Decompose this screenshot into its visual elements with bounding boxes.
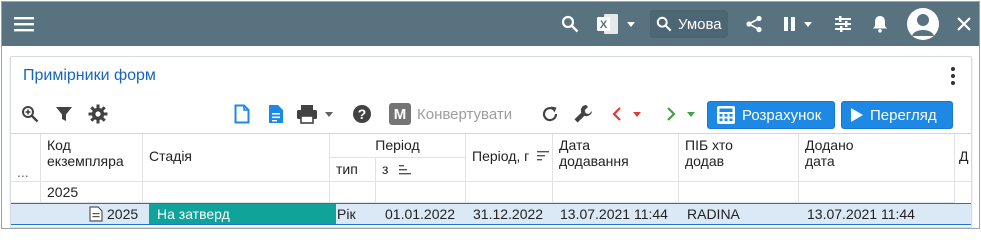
refresh-icon[interactable] <box>537 99 563 129</box>
column-header-period-from[interactable]: з <box>376 158 466 182</box>
chevron-right-icon <box>667 107 695 121</box>
view-label: Перегляд <box>870 106 937 124</box>
calculator-icon <box>717 106 735 124</box>
cell-period-to: 31.12.2022 <box>473 206 544 222</box>
cell-period-type: Рік <box>337 206 356 222</box>
header-added-line2: дата <box>805 153 835 169</box>
header-to-label: Період, г <box>472 148 530 164</box>
new-document-icon[interactable] <box>229 99 255 129</box>
previous-button[interactable] <box>607 99 651 129</box>
header-date-line2: додавання <box>559 153 629 169</box>
header-code-line1: Код <box>47 137 71 153</box>
convert-label: Конвертувати <box>417 105 513 123</box>
header-date-line1: Дата <box>559 137 591 153</box>
column-header-added-date[interactable]: Додано дата <box>799 134 955 182</box>
convert-icon: M <box>389 103 411 125</box>
header-from-label: з <box>382 161 389 177</box>
pause-button[interactable] <box>778 2 820 46</box>
sort-icon <box>537 151 549 161</box>
table-row[interactable]: 2025 На затверд Рік 01.01.2022 31.12.202… <box>11 203 971 225</box>
column-header-period-to[interactable]: Період, г <box>466 134 553 182</box>
pause-icon <box>784 17 812 31</box>
play-icon <box>851 108 863 122</box>
header-who-line2: додав <box>685 153 725 169</box>
search-icon <box>656 16 672 32</box>
form-instances-panel: Примірники форм ? M Конвертувати Розраху… <box>10 56 972 228</box>
header-code-line2: екземпляра <box>47 153 124 169</box>
condition-label: Умова <box>678 15 722 33</box>
zoom-search-icon[interactable] <box>17 99 43 129</box>
excel-icon: X <box>597 14 635 34</box>
panel-title: Примірники форм <box>23 67 156 84</box>
search-icon[interactable] <box>557 2 583 46</box>
filter-icon[interactable] <box>51 99 77 129</box>
cell-code: 2025 <box>107 206 139 222</box>
column-header-who-added[interactable]: ПІБ хто додав <box>679 134 799 182</box>
cell-date-added: 13.07.2021 11:44 <box>560 206 668 222</box>
column-header-date-added[interactable]: Дата додавання <box>553 134 679 182</box>
cell-added-date: 13.07.2021 11:44 <box>807 206 915 222</box>
group-row-cell <box>330 182 376 203</box>
svg-text:?: ? <box>358 106 367 122</box>
sort-icon <box>399 165 412 175</box>
bell-icon[interactable] <box>868 2 892 46</box>
next-button[interactable] <box>661 99 705 129</box>
cell-stage: На затверд <box>149 204 336 224</box>
column-header-code[interactable]: Код екземпляра <box>41 134 143 182</box>
excel-export-button[interactable]: X <box>594 2 642 46</box>
tune-icon[interactable] <box>830 2 856 46</box>
group-row-cell <box>799 182 955 203</box>
cell-period-from: 01.01.2022 <box>385 206 456 222</box>
chevron-left-icon <box>612 107 641 121</box>
group-row-spacer <box>11 182 41 203</box>
close-icon[interactable] <box>952 2 976 46</box>
document-icon[interactable] <box>263 99 289 129</box>
group-row-cell <box>143 182 330 203</box>
settings-gear-icon[interactable] <box>85 99 111 129</box>
group-row-cell <box>376 182 466 203</box>
print-button[interactable] <box>295 99 339 129</box>
view-button[interactable]: Перегляд <box>841 101 953 129</box>
help-icon[interactable]: ? <box>349 99 375 129</box>
group-row-cell <box>466 182 553 203</box>
more-options-icon[interactable] <box>947 65 959 87</box>
document-icon <box>89 206 103 222</box>
app-window: X Умова Примірники форм ? M Конвертувати… <box>1 1 980 229</box>
group-row-label[interactable]: 2025 <box>41 182 143 203</box>
column-header-stage[interactable]: Стадія <box>143 134 330 182</box>
share-icon[interactable] <box>742 2 766 46</box>
row-options-header[interactable]: ... <box>11 134 41 182</box>
convert-button[interactable]: M Конвертувати <box>389 101 512 127</box>
cell-who: RADINA <box>687 206 740 222</box>
column-header-period[interactable]: Період <box>330 134 466 158</box>
column-header-extra[interactable]: Д <box>955 134 971 182</box>
svg-text:X: X <box>600 19 608 31</box>
forms-grid: ... Код екземпляра Стадія Період тип з П… <box>11 133 971 227</box>
header-added-line1: Додано <box>805 137 854 153</box>
wrench-icon[interactable] <box>569 99 597 129</box>
calculate-button[interactable]: Розрахунок <box>707 101 835 129</box>
menu-icon[interactable] <box>8 2 40 46</box>
group-row-cell <box>553 182 679 203</box>
calculate-label: Розрахунок <box>742 106 822 124</box>
app-bar: X Умова <box>2 2 979 46</box>
print-icon <box>297 105 333 124</box>
condition-filter-button[interactable]: Умова <box>650 10 728 38</box>
header-who-line1: ПІБ хто <box>685 137 733 153</box>
group-row-cell <box>679 182 799 203</box>
account-icon[interactable] <box>907 8 939 40</box>
column-header-period-type[interactable]: тип <box>330 158 376 182</box>
